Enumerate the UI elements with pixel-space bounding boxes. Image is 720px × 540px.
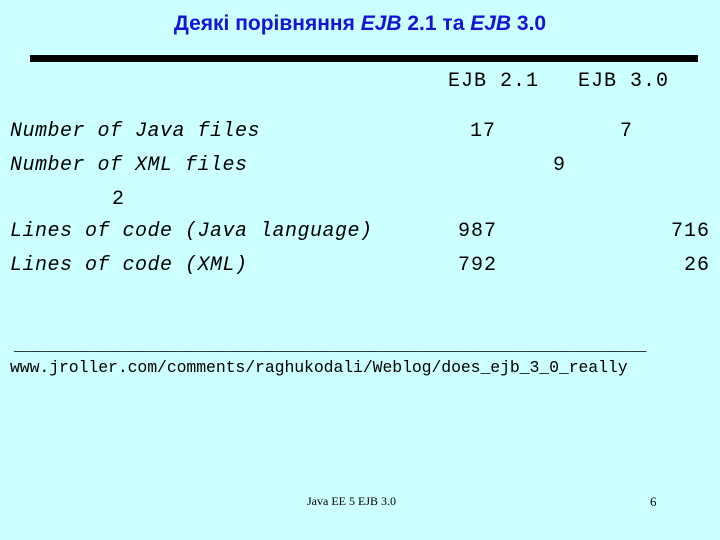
comparison-table: EJB 2.1 EJB 3.0 Number of Java files 17 … [0,70,720,288]
title-divider [30,55,698,62]
row-value-loc-xml-ejb30: 26 [683,254,710,277]
row-value-java-files-ejb30: 7 [620,120,634,143]
table-row: Lines of code (XML) 792 26 [0,254,720,288]
row-value-xml-files-ejb30: 2 [112,188,126,211]
table-column-headers: EJB 2.1 EJB 3.0 [0,70,720,104]
slide-footer: Java EE 5 EJB 3.0 6 [0,494,720,516]
table-row: Lines of code (Java language) 987 716 [0,220,720,254]
row-value-loc-java-ejb30: 716 [670,220,710,243]
title-ejb-label-2: EJB [470,12,512,35]
slide: Деякі порівняння EJB 2.1 та EJB 3.0 EJB … [0,0,720,540]
table-row: Number of Java files 17 7 [0,120,720,154]
row-label-xml-files: Number of XML files [10,154,248,177]
title-ejb-label-1: EJB [360,12,402,35]
footer-title: Java EE 5 EJB 3.0 [307,494,396,508]
row-value-java-files-ejb21: 17 [470,120,497,143]
column-header-ejb30: EJB 3.0 [578,70,670,93]
page-title: Деякі порівняння EJB 2.1 та EJB 3.0 [0,12,720,36]
column-header-ejb21: EJB 2.1 [448,70,540,93]
row-value-xml-files-ejb21: 9 [553,154,567,177]
source-divider: ________________________________________… [14,340,647,356]
row-label-loc-xml: Lines of code (XML) [10,254,248,277]
row-value-loc-xml-ejb21: 792 [458,254,498,277]
table-row-wrapped-value: 2 [0,188,720,220]
source-url: www.jroller.com/comments/raghukodali/Web… [10,358,628,377]
table-row: Number of XML files 9 [0,154,720,188]
row-label-loc-java: Lines of code (Java language) [10,220,373,243]
source-reference: ________________________________________… [0,340,720,377]
footer-page-number: 6 [650,494,657,509]
row-value-loc-java-ejb21: 987 [458,220,498,243]
title-version-2: 3.0 [511,12,547,35]
title-version-1: 2.1 та [401,12,471,35]
row-label-java-files: Number of Java files [10,120,261,143]
table-body: Number of Java files 17 7 Number of XML … [0,120,720,288]
title-prefix: Деякі порівняння [173,12,361,35]
